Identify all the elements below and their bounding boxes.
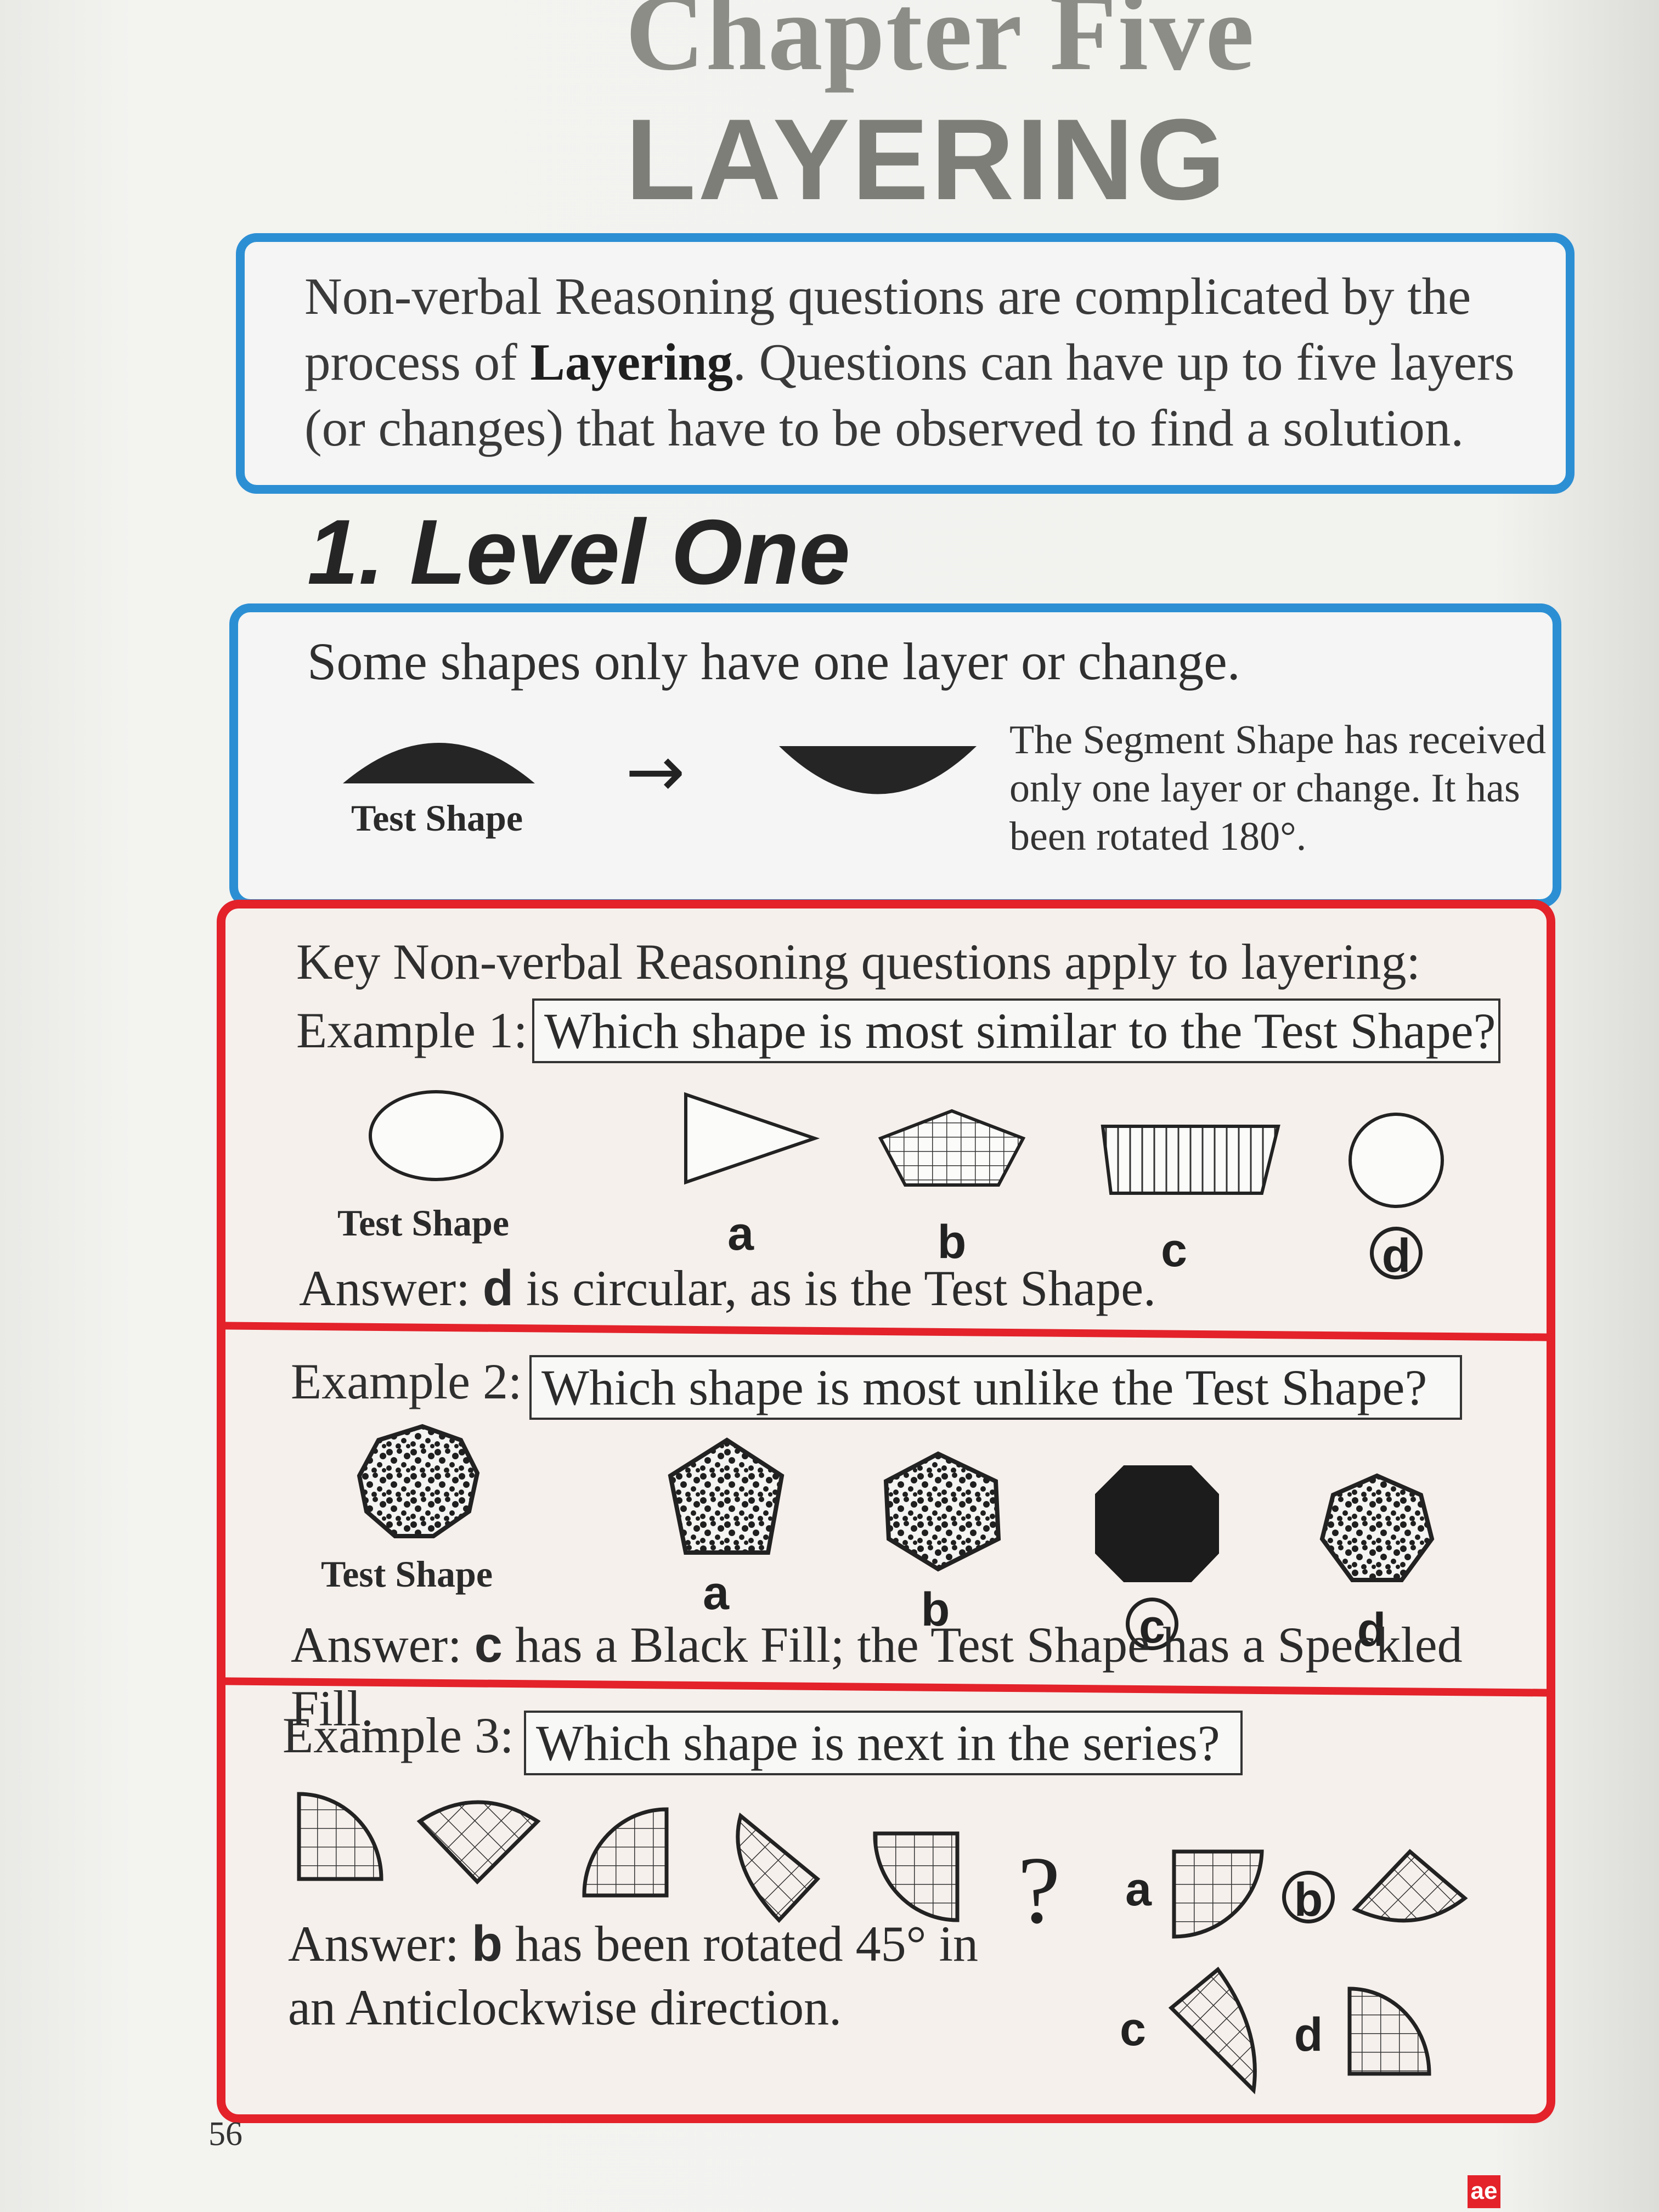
- page-number: 56: [208, 2115, 242, 2153]
- ex1-test-shape-ellipse: [369, 1090, 504, 1181]
- intro-paragraph: Non-verbal Reasoning questions are compl…: [304, 263, 1544, 461]
- ex1-answer-label: Answer:: [299, 1260, 470, 1316]
- ex2-answer-letter: c: [474, 1617, 503, 1673]
- ex3-correct-circle: b: [1282, 1871, 1335, 1925]
- example-2-label: Example 2:: [291, 1353, 522, 1409]
- ex1-answer: Answer: d is circular, as is the Test Sh…: [299, 1256, 1506, 1320]
- publisher-logo: ae: [1468, 2175, 1500, 2208]
- ex1-answer-text: is circular, as is the Test Shape.: [513, 1260, 1156, 1316]
- level-one-test-shape-label: Test Shape: [351, 797, 523, 839]
- ex1-option-d-circle: [1348, 1113, 1444, 1208]
- ex2-test-shape-label: Test Shape: [321, 1553, 493, 1595]
- ex3-series-question-mark: ?: [1018, 1837, 1060, 1943]
- ex3-answer-label: Answer:: [288, 1916, 459, 1972]
- example-1-label: Example 1:: [296, 1002, 528, 1058]
- ex2-answer-label: Answer:: [291, 1617, 462, 1673]
- ex1-option-b-grid-pentagon: [878, 1109, 1026, 1187]
- ex1-test-shape-label: Test Shape: [337, 1202, 510, 1244]
- ex3-option-a-label: a: [1125, 1863, 1152, 1916]
- key-questions-lead: Key Non-verbal Reasoning questions apply…: [296, 934, 1421, 990]
- book-page: Chapter Five LAYERING Non-verbal Reasoni…: [0, 0, 1659, 2212]
- intro-bold-term: Layering: [530, 333, 733, 391]
- section-heading: 1. Level One: [307, 500, 850, 603]
- chapter-title: Chapter Five: [625, 0, 1255, 93]
- example-3-question: Which shape is next in the series?: [524, 1711, 1243, 1775]
- right-arrow-icon: →: [625, 730, 685, 813]
- ex3-option-d-label: d: [1294, 2008, 1323, 2061]
- level-one-explanation: The Segment Shape has received only one …: [1009, 718, 1547, 859]
- ex3-option-c-label: c: [1120, 2003, 1146, 2056]
- example-1-question: Which shape is most similar to the Test …: [532, 998, 1500, 1063]
- ex3-answer: Answer: b has been rotated 45° in an Ant…: [288, 1912, 1001, 2039]
- ex1-option-c-striped-trapezoid: [1101, 1125, 1280, 1195]
- example-2-question: Which shape is most unlike the Test Shap…: [529, 1355, 1462, 1420]
- segment-rotated-shape: [779, 746, 977, 794]
- ex1-answer-letter: d: [482, 1260, 514, 1316]
- segment-test-shape: [343, 743, 535, 783]
- ex1-option-a-label: a: [727, 1207, 754, 1260]
- ex3-answer-letter: b: [471, 1916, 503, 1972]
- ex3-option-b-label: b: [1278, 1871, 1339, 1927]
- ex1-option-a-triangle: [684, 1092, 820, 1185]
- example-3-label: Example 3:: [283, 1707, 514, 1763]
- level-one-lead: Some shapes only have one layer or chang…: [307, 632, 1240, 691]
- chapter-subtitle: LAYERING: [625, 95, 1228, 224]
